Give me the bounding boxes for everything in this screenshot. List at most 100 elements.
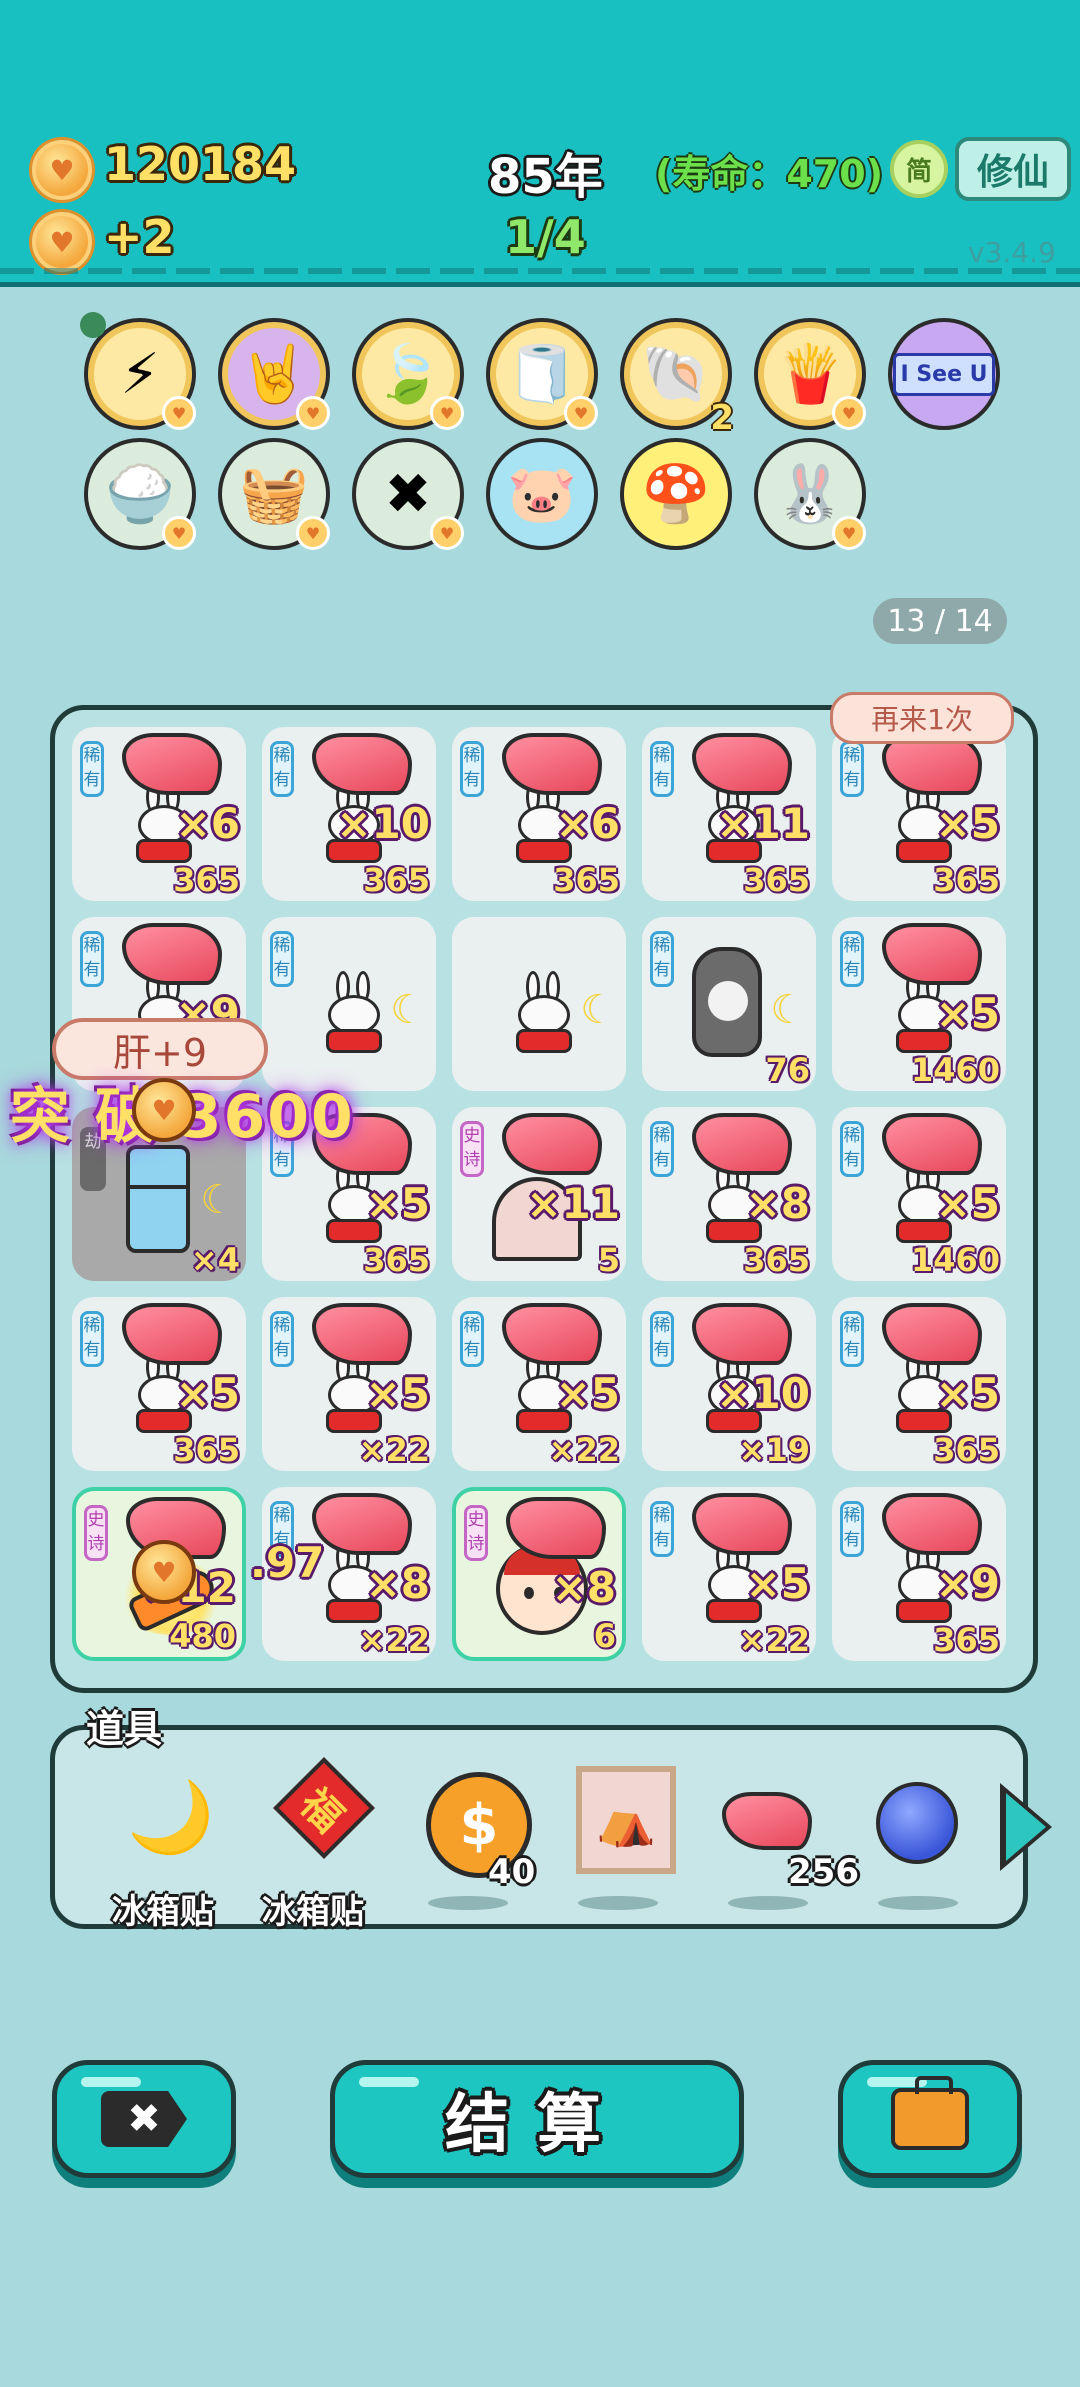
- slot-cell-bunny-liver[interactable]: 稀有 ×5 365: [72, 1297, 246, 1471]
- moon-icon: ☾: [200, 1177, 236, 1223]
- slot-cell-bunny-liver[interactable]: 稀有 ×5 1460: [832, 1107, 1006, 1281]
- bunny-icon[interactable]: 🐰 ♥: [754, 438, 866, 550]
- rarity-badge: 稀有: [80, 1311, 104, 1367]
- heart-coin-icon: ♥: [132, 1540, 196, 1604]
- slot-value: 365: [173, 1431, 240, 1469]
- liver-icon: [882, 1303, 982, 1365]
- tool-item[interactable]: 福冰箱贴: [258, 1752, 378, 1932]
- cultivate-button[interactable]: 修仙: [955, 137, 1071, 201]
- slot-cell-bunny-liver[interactable]: 稀有 ×5 ×22: [262, 1297, 436, 1471]
- button-highlight: [81, 2077, 141, 2087]
- liver-icon: [882, 1113, 982, 1175]
- liver-icon: [692, 1303, 792, 1365]
- tissue-box-icon-glyph: 🧻: [507, 342, 577, 407]
- fruit-basket-icon-glyph: 🧺: [239, 462, 309, 527]
- rarity-badge: 稀有: [840, 931, 864, 987]
- fries-icon-glyph: 🍟: [775, 342, 845, 407]
- liver-icon: [122, 923, 222, 985]
- tool-item[interactable]: [858, 1752, 978, 1922]
- divider: [0, 268, 1080, 274]
- slot-cell-bunny-moon[interactable]: ☾: [452, 917, 626, 1091]
- shell-icon[interactable]: 🐚 2: [620, 318, 734, 438]
- heart-coin-icon: ♥: [832, 516, 866, 550]
- discard-button[interactable]: ✖: [52, 2060, 236, 2178]
- slot-cell-bunny-liver[interactable]: 稀有 ×9 365: [832, 1487, 1006, 1661]
- settle-button[interactable]: 结算: [330, 2060, 744, 2178]
- tool-item[interactable]: $40: [408, 1752, 535, 1922]
- moon-icon: ☾: [580, 987, 616, 1033]
- liver-icon: [312, 1303, 412, 1365]
- slot-cell-bunny-liver[interactable]: 稀有 ×5 365: [832, 727, 1006, 901]
- tool-label: 冰箱贴: [112, 1892, 214, 1932]
- slot-cell-bunny-liver[interactable]: 稀有 ×5 365: [832, 1297, 1006, 1471]
- liver-icon: [692, 1113, 792, 1175]
- slot-cell-bunny-liver[interactable]: 稀有 ×10 365: [262, 727, 436, 901]
- slot-cell-bunny-liver[interactable]: 稀有 ×5 ×22: [452, 1297, 626, 1471]
- tool-item[interactable]: 🌙 冰箱贴: [108, 1752, 228, 1933]
- slot-value: 365: [933, 1621, 1000, 1659]
- slot-value: 1460: [910, 1051, 1000, 1089]
- bunny-shirt: [326, 1029, 382, 1053]
- rarity-badge: 史诗: [460, 1121, 484, 1177]
- heart-coin-icon: ♥: [296, 396, 330, 430]
- heart-coin-icon: ♥: [132, 1078, 196, 1142]
- slot-cell-bunny-liver[interactable]: 稀有 ×11 365: [642, 727, 816, 901]
- leaf-icon[interactable]: 🍃 ♥: [352, 318, 464, 430]
- rarity-badge: 稀有: [80, 931, 104, 987]
- liver-icon: [312, 733, 412, 795]
- slot-cell-kid[interactable]: 史诗 ×8 6: [452, 1487, 626, 1661]
- slot-cell-bunny-liver[interactable]: 稀有 ×5 ×22: [642, 1487, 816, 1661]
- piggy-bank-icon-glyph: 🐷: [507, 462, 577, 527]
- rarity-badge: 稀有: [80, 741, 104, 797]
- multiplier: ×6: [555, 799, 620, 848]
- multiplier: ×5: [935, 989, 1000, 1038]
- slot-cell-bunny-liver[interactable]: 稀有 ×5 1460: [832, 917, 1006, 1091]
- slot-cell-bunny-liver[interactable]: 稀有 ×6 365: [72, 727, 246, 901]
- multiplier: ×5: [745, 1559, 810, 1608]
- rarity-badge: 史诗: [464, 1505, 488, 1561]
- fruit-basket-icon[interactable]: 🧺 ♥: [218, 438, 330, 550]
- buff-count: 2: [710, 398, 734, 438]
- husky-face: [708, 981, 748, 1021]
- slot-cell-bunny-liver[interactable]: 稀有 ×8 365: [642, 1107, 816, 1281]
- year-counter: 85年: [488, 149, 603, 205]
- slot-cell-bunny-liver[interactable]: 稀有 ×6 365: [452, 727, 626, 901]
- rarity-badge: 史诗: [84, 1505, 108, 1561]
- slot-value: 365: [933, 1431, 1000, 1469]
- top-bar: ♥ 120184 ♥ +2 85年 1/4 (寿命：470) 简 修仙 v3.4…: [0, 0, 1080, 287]
- multiplier: ×10: [716, 1369, 810, 1418]
- rock-hand-icon-glyph: 🤘: [239, 342, 309, 407]
- mushroom-cloud-icon[interactable]: 🍄: [620, 438, 732, 550]
- multiplier: ×8: [745, 1179, 810, 1228]
- blueberry-icon: [876, 1782, 958, 1864]
- slot-cell-bunny-liver[interactable]: 稀有 ×10 ×19: [642, 1297, 816, 1471]
- slot-value: 365: [933, 861, 1000, 899]
- delete-tag-icon[interactable]: ✖ ♥: [352, 438, 464, 550]
- heart-coin-icon: ♥: [32, 140, 92, 200]
- rice-bowl-icon[interactable]: 🍚 ♥: [84, 438, 196, 550]
- moon-icon: ☾: [770, 987, 806, 1033]
- inventory-button[interactable]: [838, 2060, 1022, 2178]
- liver-icon: [692, 733, 792, 795]
- fries-icon[interactable]: 🍟 ♥: [754, 318, 866, 430]
- simplified-toggle[interactable]: 简: [890, 140, 948, 198]
- slot-cell-husky[interactable]: ☾ 稀有 76: [642, 917, 816, 1091]
- multiplier: ×5: [555, 1369, 620, 1418]
- tool-item[interactable]: ⛺: [558, 1752, 678, 1922]
- coin-total: 120184: [104, 137, 297, 191]
- tool-item[interactable]: 256: [708, 1752, 859, 1922]
- reroll-button[interactable]: 再来1次: [830, 692, 1014, 744]
- rock-hand-icon[interactable]: 🤘 ♥: [218, 318, 330, 430]
- next-arrow-icon[interactable]: [1000, 1783, 1052, 1871]
- multiplier: ×11: [716, 799, 810, 848]
- fu-sticker-icon: 福: [273, 1757, 375, 1859]
- piggy-bank-icon[interactable]: 🐷: [486, 438, 598, 550]
- slot-cell-bunny-moon[interactable]: ☾ 稀有: [262, 917, 436, 1091]
- bunny-tent-frame-icon: ⛺: [576, 1766, 676, 1874]
- liver-icon: [502, 1303, 602, 1365]
- slot-cell-tent[interactable]: 史诗 ×11 5: [452, 1107, 626, 1281]
- heart-coin-icon: ♥: [430, 516, 464, 550]
- tissue-box-icon[interactable]: 🧻 ♥: [486, 318, 598, 430]
- i-see-u-icon[interactable]: I See U: [888, 318, 1000, 430]
- heart-coin-icon: ♥: [430, 396, 464, 430]
